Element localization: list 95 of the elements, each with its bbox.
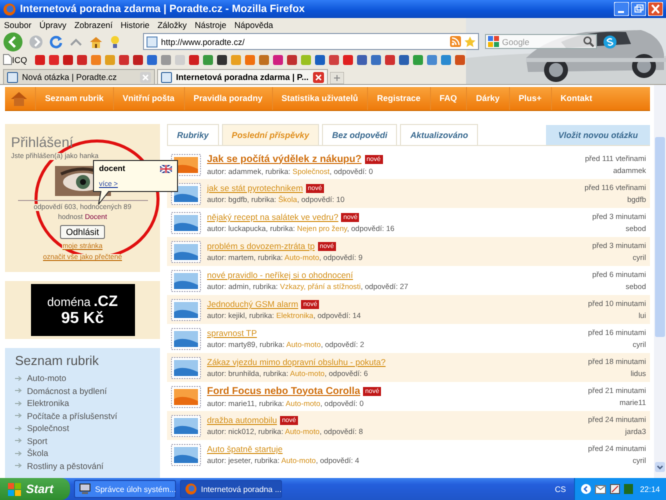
banner-text: doména — [47, 294, 91, 308]
new-question-button[interactable]: Vložit novou otázku — [546, 125, 650, 145]
category-link[interactable]: Elektronika — [27, 398, 70, 408]
home-icon[interactable] — [89, 34, 103, 48]
page-icon — [161, 72, 172, 82]
taskbar-button[interactable]: Internetová poradna ... — [180, 480, 282, 498]
arrow-icon — [15, 438, 22, 444]
bookmark-icon[interactable] — [287, 54, 298, 64]
image-icon — [171, 414, 201, 436]
taskbar-button[interactable]: Správce úloh systém... — [74, 480, 176, 498]
computer-icon — [79, 483, 91, 495]
domain-banner[interactable]: doména .CZ 95 Kč — [30, 284, 134, 336]
arrow-icon — [15, 450, 22, 456]
page-icon — [7, 72, 18, 82]
login-title: Přihlášení — [11, 134, 74, 150]
image-icon — [171, 444, 201, 466]
category-link[interactable]: Domácnost a bydlení — [27, 386, 107, 396]
close-icon[interactable] — [648, 2, 663, 16]
tooltip-title: docent — [99, 164, 126, 173]
arrow-icon — [15, 376, 22, 381]
browser-tab[interactable]: Internetová poradna zdarma | P... — [157, 69, 328, 84]
bulb-icon[interactable] — [109, 34, 121, 48]
scroll-down-icon[interactable] — [655, 462, 665, 472]
bookmark-icon[interactable] — [357, 54, 368, 64]
star-icon[interactable] — [464, 36, 476, 48]
arrow-icon — [15, 463, 22, 468]
category-link[interactable]: Škola — [27, 448, 48, 458]
post-title[interactable]: Jak se počítá výdělek z nákupu? — [207, 154, 362, 164]
image-icon — [171, 386, 201, 408]
logout-button[interactable]: Odhlásit — [60, 225, 106, 239]
browser-tab[interactable]: Nová otázka | Poradte.cz — [3, 69, 155, 84]
menu-item[interactable]: Historie — [120, 20, 150, 30]
menu-item[interactable]: Soubor — [4, 20, 32, 30]
windows-icon — [8, 482, 22, 496]
category-link[interactable]: Auto-moto — [27, 373, 66, 384]
banner-price: 95 Kč — [61, 310, 104, 328]
bookmark-icon[interactable] — [217, 54, 228, 64]
banner-text: .CZ — [94, 292, 118, 310]
page-icon — [3, 54, 12, 65]
category-link[interactable]: Sport — [27, 436, 48, 446]
search-box[interactable]: Google — [485, 34, 597, 49]
category-link[interactable]: Společnost — [27, 423, 70, 434]
mail-icon[interactable] — [594, 484, 606, 494]
back-icon[interactable] — [3, 32, 23, 52]
image-icon — [171, 182, 201, 204]
arrow-icon — [15, 400, 22, 406]
content-tab[interactable]: Bez odpovědi — [322, 124, 398, 145]
new-tab-icon[interactable] — [330, 72, 344, 84]
search-icon[interactable] — [583, 36, 594, 47]
category-link[interactable]: Rostliny a pěstování — [27, 460, 104, 471]
flag-icon — [160, 164, 172, 172]
bookmark-icon[interactable] — [399, 54, 410, 64]
close-icon[interactable] — [312, 72, 324, 82]
image-icon — [171, 356, 201, 378]
scrollbar[interactable] — [654, 85, 666, 478]
arrow-icon — [15, 413, 22, 418]
address-field[interactable]: http://www.poradte.cz/ — [161, 36, 447, 46]
bookmark-icon[interactable] — [315, 54, 326, 64]
language-indicator[interactable]: CS — [554, 484, 566, 494]
bookmark-icon[interactable] — [189, 54, 200, 64]
menu-item[interactable]: Záložky — [157, 20, 187, 30]
image-icon — [171, 212, 201, 234]
search-field[interactable]: Google — [502, 36, 581, 46]
content-tab[interactable]: Rubriky — [167, 124, 219, 145]
restore-icon[interactable] — [631, 2, 646, 16]
clock: 22:14 — [640, 484, 660, 494]
window-title: Internetová poradna zdarma | Poradte.cz - Mozilla Firefox — [20, 3, 306, 15]
minimize-icon[interactable] — [614, 2, 629, 16]
category-link[interactable]: Počítače a příslušenství — [27, 410, 118, 421]
menu-item[interactable]: Úpravy — [39, 20, 66, 30]
arrow-icon — [15, 426, 22, 431]
skype-icon[interactable] — [603, 34, 617, 48]
image-icon — [171, 240, 201, 262]
bookmark[interactable]: ICQ — [3, 54, 28, 65]
content-tab[interactable]: Aktualizováno — [400, 124, 478, 145]
post-title[interactable]: Ford Focus nebo Toyota Corolla — [207, 386, 360, 396]
google-icon — [488, 36, 500, 48]
panel-title: Seznam rubrik — [15, 353, 100, 368]
menu-item[interactable]: Nápověda — [234, 20, 274, 30]
image-icon — [171, 270, 201, 292]
image-icon — [171, 298, 201, 320]
bookmark-icon[interactable] — [63, 54, 74, 64]
scrollbar-thumb[interactable] — [655, 137, 665, 337]
firefox-icon — [185, 483, 197, 495]
firefox-icon — [3, 2, 16, 16]
start-button[interactable]: Start — [0, 478, 70, 500]
menu-item[interactable]: Zobrazení — [74, 20, 113, 30]
arrow-icon — [15, 388, 22, 394]
menu-item[interactable]: Nástroje — [194, 20, 226, 30]
bookmark-icon[interactable] — [133, 54, 144, 64]
image-icon — [171, 328, 201, 350]
rss-icon[interactable] — [450, 36, 461, 47]
page-icon — [146, 36, 158, 48]
reload-icon[interactable] — [49, 34, 63, 48]
address-bar[interactable]: http://www.poradte.cz/ — [143, 33, 479, 50]
